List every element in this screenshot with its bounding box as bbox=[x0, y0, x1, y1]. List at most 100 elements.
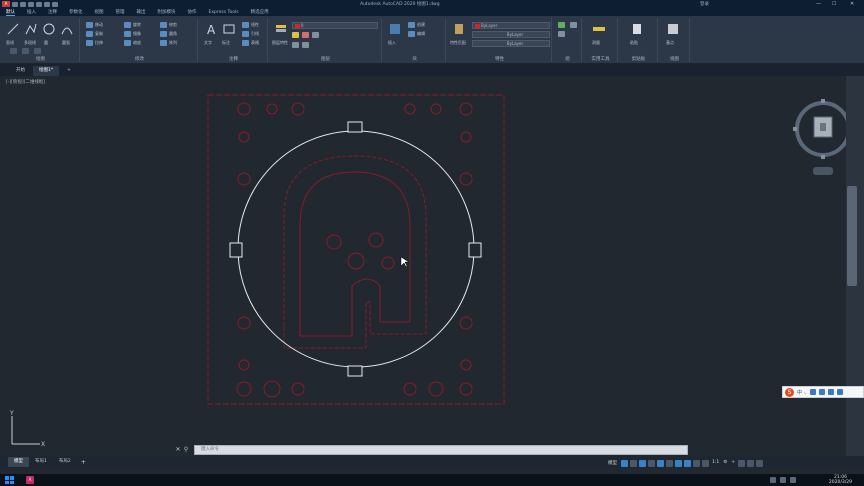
copy-icon[interactable] bbox=[86, 31, 93, 37]
otrack-icon[interactable] bbox=[666, 459, 673, 467]
stretch-icon[interactable] bbox=[86, 40, 93, 46]
tab-layout2[interactable]: 布局2 bbox=[53, 457, 77, 467]
keyboard-icon[interactable] bbox=[818, 389, 825, 395]
selection-cycling-icon[interactable] bbox=[693, 459, 700, 467]
annotation-icon[interactable] bbox=[702, 459, 709, 467]
network-icon[interactable] bbox=[770, 477, 776, 483]
tab-start[interactable]: 开始 bbox=[10, 66, 31, 76]
taskbar-clock[interactable]: 21:06 2020/3/29 bbox=[829, 475, 852, 485]
measure-icon[interactable] bbox=[592, 22, 606, 36]
tab-drawing1[interactable]: 绘图1* bbox=[33, 66, 60, 76]
viewport-controls[interactable]: [-][俯视][二维线框] bbox=[6, 79, 45, 85]
tab-output[interactable]: 输出 bbox=[137, 9, 146, 15]
ime-toolbar[interactable]: S 中 ·, bbox=[782, 386, 864, 398]
annotation-scale[interactable]: 1:1 bbox=[711, 460, 720, 467]
table-icon[interactable] bbox=[242, 40, 249, 46]
ellipse-icon[interactable] bbox=[34, 48, 41, 54]
tab-model[interactable]: 模型 bbox=[8, 457, 29, 467]
ime-mode[interactable]: 中 ·, bbox=[797, 389, 807, 396]
arc-tool-icon[interactable] bbox=[60, 22, 74, 36]
layer-dropdown[interactable]: 0 bbox=[292, 22, 378, 29]
layer-on-icon[interactable] bbox=[292, 32, 299, 38]
match-properties-icon[interactable] bbox=[452, 22, 466, 36]
model-space-toggle[interactable]: 模型 bbox=[608, 460, 617, 466]
group-icon[interactable] bbox=[558, 22, 565, 28]
text-tool-icon[interactable]: A bbox=[204, 22, 218, 36]
trim-icon[interactable] bbox=[160, 22, 167, 28]
rotate-icon[interactable] bbox=[124, 22, 131, 28]
tab-manage[interactable]: 管理 bbox=[116, 9, 125, 15]
dimension-tool-icon[interactable] bbox=[222, 22, 236, 36]
tab-featured-apps[interactable]: 精选应用 bbox=[251, 9, 269, 15]
layer-isolate-icon[interactable] bbox=[302, 42, 309, 48]
tab-layout1[interactable]: 布局1 bbox=[29, 457, 53, 467]
isolate-icon[interactable] bbox=[738, 459, 746, 467]
autocad-logo-icon[interactable]: A bbox=[2, 1, 10, 7]
snap-icon[interactable] bbox=[630, 459, 637, 467]
command-input[interactable]: 键入命令 bbox=[194, 445, 688, 455]
create-block-icon[interactable] bbox=[408, 22, 415, 28]
autocad-taskbar-icon[interactable]: A bbox=[26, 476, 34, 484]
scale-icon[interactable] bbox=[124, 40, 131, 46]
lineweight-icon[interactable] bbox=[675, 459, 682, 467]
fullscreen-icon[interactable] bbox=[747, 459, 755, 467]
tab-insert[interactable]: 插入 bbox=[27, 9, 36, 15]
new-tab-button[interactable]: + bbox=[61, 66, 77, 76]
polyline-tool-icon[interactable] bbox=[24, 22, 38, 36]
maximize-button[interactable]: ☐ bbox=[832, 1, 836, 7]
transparency-icon[interactable] bbox=[684, 459, 691, 467]
search-icon[interactable]: ⚲ bbox=[182, 446, 190, 454]
volume-icon[interactable] bbox=[780, 477, 786, 483]
windows-icon[interactable] bbox=[4, 475, 14, 485]
base-view-icon[interactable] bbox=[666, 22, 680, 36]
linetype-dropdown[interactable]: ByLayer bbox=[472, 31, 550, 38]
undo-icon[interactable] bbox=[36, 1, 42, 7]
ungroup-icon[interactable] bbox=[558, 31, 565, 37]
tab-collaborate[interactable]: 协作 bbox=[188, 9, 197, 15]
layer-icon[interactable] bbox=[274, 22, 288, 36]
osnap-icon[interactable] bbox=[657, 459, 664, 467]
redo-icon[interactable] bbox=[44, 1, 50, 7]
navigation-bar[interactable] bbox=[813, 167, 833, 175]
tab-view[interactable]: 视图 bbox=[95, 9, 104, 15]
minimize-button[interactable]: — bbox=[816, 1, 821, 7]
color-dropdown[interactable]: ByLayer bbox=[472, 22, 550, 29]
skin-icon[interactable] bbox=[827, 389, 834, 395]
mic-icon[interactable] bbox=[809, 389, 816, 395]
linear-icon[interactable] bbox=[242, 22, 249, 28]
edit-block-icon[interactable] bbox=[408, 31, 415, 37]
tab-default[interactable]: 默认 bbox=[6, 9, 15, 16]
fillet-icon[interactable] bbox=[160, 31, 167, 37]
tools-icon[interactable] bbox=[836, 389, 843, 395]
drawing-canvas[interactable] bbox=[0, 76, 846, 456]
lineweight-dropdown[interactable]: ByLayer bbox=[472, 40, 550, 47]
rectangle-icon[interactable] bbox=[10, 48, 17, 54]
ime-tray-icon[interactable] bbox=[790, 477, 796, 483]
mirror-icon[interactable] bbox=[124, 31, 131, 37]
layer-lock-icon[interactable] bbox=[312, 32, 319, 38]
close-button[interactable]: ✕ bbox=[850, 1, 854, 7]
paste-icon[interactable] bbox=[630, 22, 644, 36]
ortho-icon[interactable] bbox=[639, 459, 646, 467]
scrollbar-thumb[interactable] bbox=[847, 186, 857, 286]
open-icon[interactable] bbox=[20, 1, 26, 7]
close-icon[interactable]: ✕ bbox=[174, 446, 182, 454]
plot-icon[interactable] bbox=[52, 1, 58, 7]
plus-icon[interactable]: + bbox=[730, 460, 736, 467]
layer-match-icon[interactable] bbox=[292, 42, 299, 48]
gear-icon[interactable]: ⚙ bbox=[722, 460, 728, 467]
leader-icon[interactable] bbox=[242, 31, 249, 37]
new-icon[interactable] bbox=[12, 1, 18, 7]
grid-icon[interactable] bbox=[621, 459, 628, 467]
hatch-icon[interactable] bbox=[22, 48, 29, 54]
sign-in-link[interactable]: 登录 bbox=[700, 1, 709, 7]
array-icon[interactable] bbox=[160, 40, 167, 46]
polar-icon[interactable] bbox=[648, 459, 655, 467]
circle-tool-icon[interactable] bbox=[42, 22, 56, 36]
save-icon[interactable] bbox=[28, 1, 34, 7]
insert-block-icon[interactable] bbox=[388, 22, 402, 36]
line-tool-icon[interactable] bbox=[6, 22, 20, 36]
customize-icon[interactable] bbox=[756, 459, 764, 467]
add-layout-button[interactable]: + bbox=[81, 459, 86, 466]
tab-addins[interactable]: 附加模块 bbox=[158, 9, 176, 15]
